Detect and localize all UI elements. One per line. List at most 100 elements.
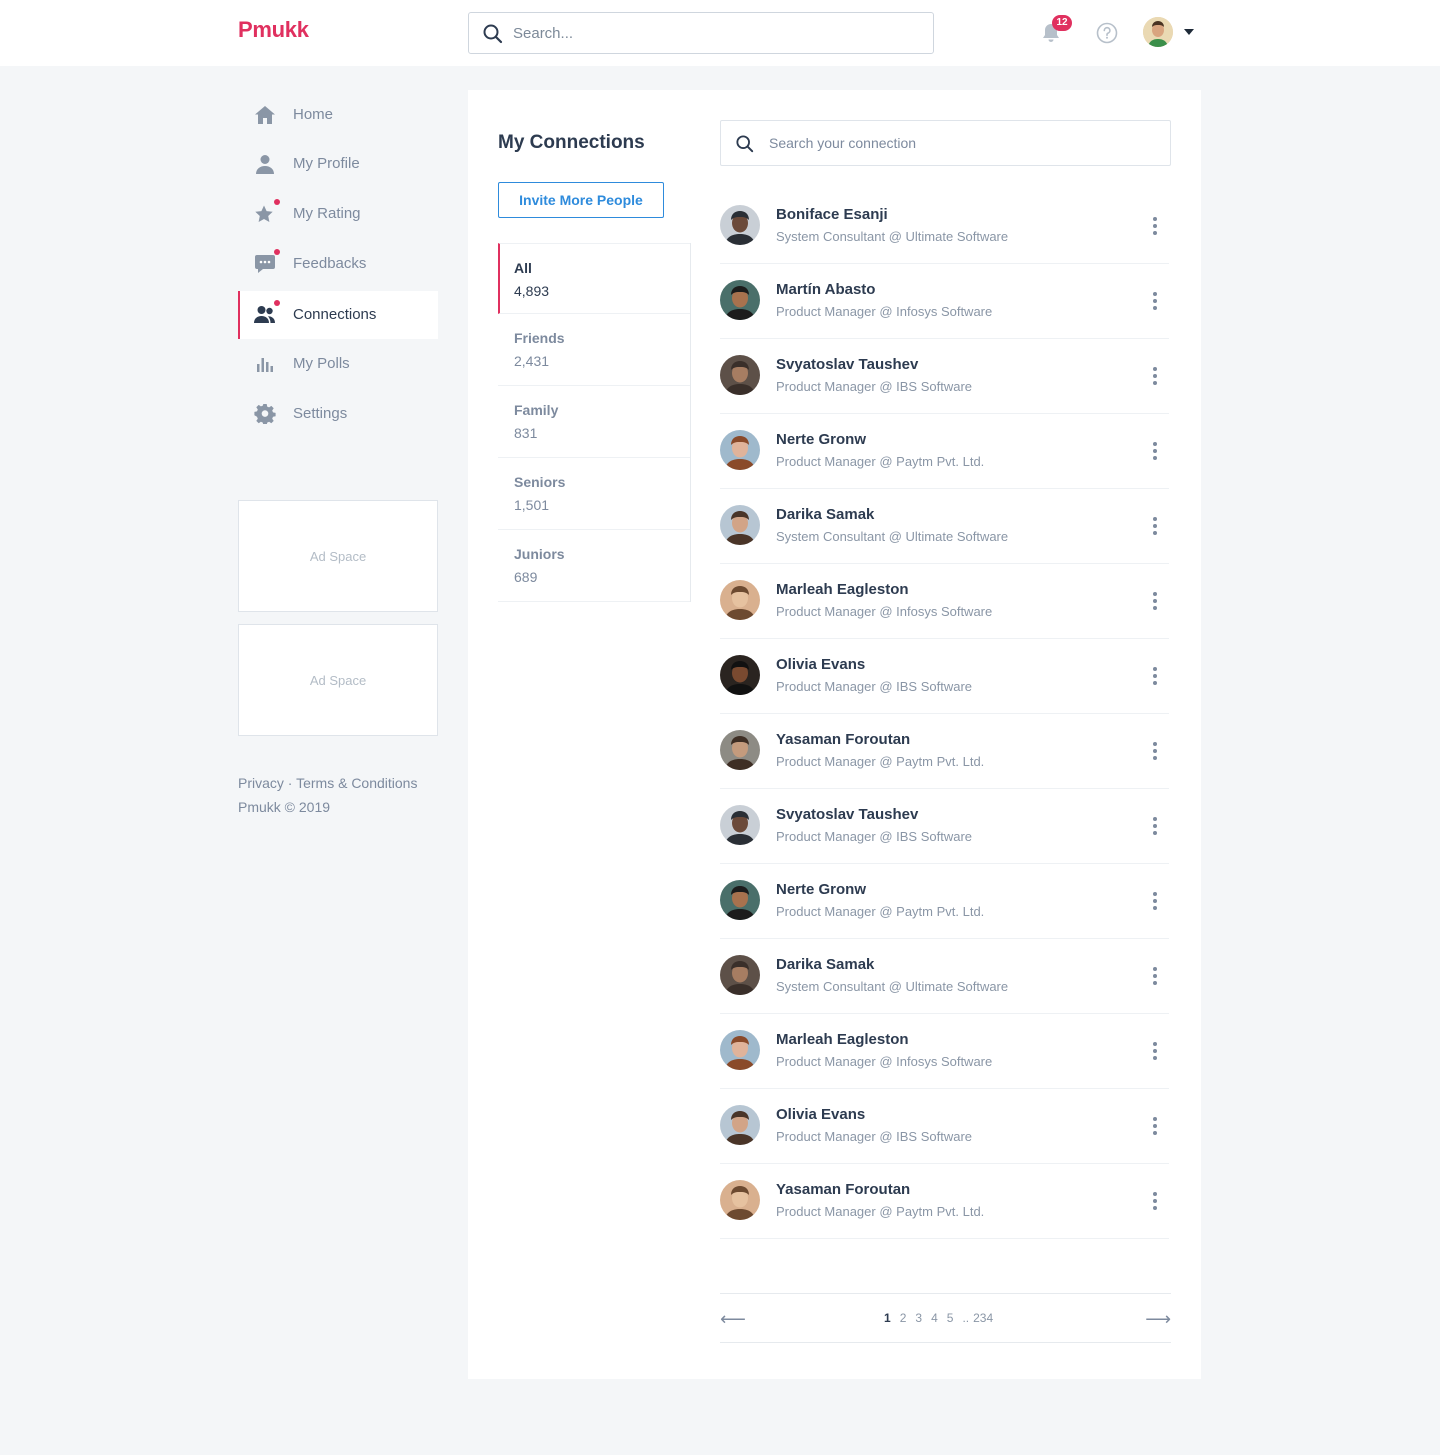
connection-name[interactable]: Marleah Eagleston: [776, 581, 909, 598]
connection-row[interactable]: Darika Samak System Consultant @ Ultimate…: [720, 939, 1169, 1014]
connection-name[interactable]: Svyatoslav Taushev: [776, 806, 918, 823]
avatar[interactable]: [720, 880, 760, 920]
more-options-icon[interactable]: [1152, 517, 1158, 535]
more-options-icon[interactable]: [1152, 817, 1158, 835]
avatar[interactable]: [720, 280, 760, 320]
group-all[interactable]: All 4,893: [498, 243, 690, 314]
connection-row[interactable]: Marleah Eagleston Product Manager @ Infos…: [720, 564, 1169, 639]
more-options-icon[interactable]: [1152, 292, 1158, 310]
connection-row[interactable]: Nerte Gronw Product Manager @ Paytm Pvt. …: [720, 864, 1169, 939]
ad-space: Ad Space: [238, 624, 438, 736]
page-link[interactable]: 1: [884, 1311, 891, 1325]
avatar[interactable]: [720, 730, 760, 770]
more-options-icon[interactable]: [1152, 1192, 1158, 1210]
connection-name[interactable]: Darika Samak: [776, 956, 874, 973]
sidebar-item-home[interactable]: Home: [238, 91, 438, 139]
avatar[interactable]: [720, 1180, 760, 1220]
connection-row[interactable]: Marleah Eagleston Product Manager @ Infos…: [720, 1014, 1169, 1089]
connection-name[interactable]: Marleah Eagleston: [776, 1031, 909, 1048]
sidebar-item-my-rating[interactable]: My Rating: [238, 190, 438, 238]
connection-row[interactable]: Boniface Esanji System Consultant @ Ultim…: [720, 189, 1169, 264]
arrow-right-icon[interactable]: ⟶: [1145, 1309, 1171, 1330]
group-name: Juniors: [514, 546, 565, 562]
connection-name[interactable]: Nerte Gronw: [776, 881, 866, 898]
page-link[interactable]: 4: [931, 1311, 938, 1325]
more-options-icon[interactable]: [1152, 892, 1158, 910]
more-options-icon[interactable]: [1152, 967, 1158, 985]
avatar[interactable]: [720, 580, 760, 620]
connection-name[interactable]: Yasaman Foroutan: [776, 731, 910, 748]
connection-row[interactable]: Svyatoslav Taushev Product Manager @ IBS …: [720, 789, 1169, 864]
user-avatar[interactable]: [1143, 17, 1173, 47]
connection-search-input[interactable]: [769, 121, 1159, 165]
help-icon[interactable]: [1096, 22, 1118, 44]
connection-row[interactable]: Yasaman Foroutan Product Manager @ Paytm …: [720, 714, 1169, 789]
more-options-icon[interactable]: [1152, 667, 1158, 685]
connection-name[interactable]: Olivia Evans: [776, 656, 865, 673]
footer-links[interactable]: Privacy · Terms & Conditions: [238, 771, 417, 795]
group-count: 831: [514, 425, 538, 441]
connection-name[interactable]: Martín Abasto: [776, 281, 875, 298]
more-options-icon[interactable]: [1152, 1042, 1158, 1060]
connection-name[interactable]: Olivia Evans: [776, 1106, 865, 1123]
sidebar-item-feedbacks[interactable]: Feedbacks: [238, 240, 438, 288]
avatar[interactable]: [720, 430, 760, 470]
unread-dot: [274, 249, 280, 255]
group-family[interactable]: Family 831: [498, 386, 690, 458]
sidebar-item-label: Home: [293, 106, 334, 123]
group-juniors[interactable]: Juniors 689: [498, 530, 690, 602]
more-options-icon[interactable]: [1152, 442, 1158, 460]
connection-row[interactable]: Darika Samak System Consultant @ Ultimate…: [720, 489, 1169, 564]
global-search[interactable]: [468, 12, 934, 54]
avatar[interactable]: [720, 1030, 760, 1070]
invite-more-people-button[interactable]: Invite More People: [498, 182, 664, 218]
page-link[interactable]: 5: [947, 1311, 954, 1325]
avatar[interactable]: [720, 655, 760, 695]
group-seniors[interactable]: Seniors 1,501: [498, 458, 690, 530]
star-icon: [255, 205, 273, 222]
avatar[interactable]: [720, 1105, 760, 1145]
connection-name[interactable]: Boniface Esanji: [776, 206, 888, 223]
connection-row[interactable]: Yasaman Foroutan Product Manager @ Paytm …: [720, 1164, 1169, 1239]
sidebar-item-my-profile[interactable]: My Profile: [238, 140, 438, 188]
connection-name[interactable]: Svyatoslav Taushev: [776, 356, 918, 373]
connection-row[interactable]: Svyatoslav Taushev Product Manager @ IBS …: [720, 339, 1169, 414]
more-options-icon[interactable]: [1152, 217, 1158, 235]
arrow-left-icon[interactable]: ⟵: [720, 1309, 746, 1330]
more-options-icon[interactable]: [1152, 592, 1158, 610]
page-link[interactable]: 3: [915, 1311, 922, 1325]
connection-role: Product Manager @ IBS Software: [776, 1129, 973, 1144]
more-options-icon[interactable]: [1152, 367, 1158, 385]
connection-row[interactable]: Martín Abasto Product Manager @ Infosys S…: [720, 264, 1169, 339]
pagination: ⟵ 1 2 3 4 5.. 234 ⟶: [720, 1293, 1171, 1343]
connection-name[interactable]: Yasaman Foroutan: [776, 1181, 910, 1198]
avatar[interactable]: [720, 505, 760, 545]
avatar[interactable]: [720, 205, 760, 245]
connection-row[interactable]: Olivia Evans Product Manager @ IBS Softwa…: [720, 639, 1169, 714]
sidebar-item-connections[interactable]: Connections: [238, 291, 438, 339]
connection-row[interactable]: Olivia Evans Product Manager @ IBS Softwa…: [720, 1089, 1169, 1164]
connection-name[interactable]: Darika Samak: [776, 506, 874, 523]
page-link[interactable]: 234: [973, 1311, 993, 1325]
page-link[interactable]: 2: [900, 1311, 907, 1325]
avatar[interactable]: [720, 955, 760, 995]
more-options-icon[interactable]: [1152, 742, 1158, 760]
more-options-icon[interactable]: [1152, 1117, 1158, 1135]
connection-row[interactable]: Nerte Gronw Product Manager @ Paytm Pvt. …: [720, 414, 1169, 489]
sidebar-item-my-polls[interactable]: My Polls: [238, 340, 438, 388]
avatar[interactable]: [720, 355, 760, 395]
avatar[interactable]: [720, 805, 760, 845]
group-name: All: [514, 260, 532, 276]
sidebar-item-settings[interactable]: Settings: [238, 390, 438, 438]
connection-search[interactable]: [720, 120, 1171, 166]
sidebar-item-label: My Rating: [293, 205, 361, 222]
search-icon: [736, 135, 754, 153]
group-friends[interactable]: Friends 2,431: [498, 314, 690, 386]
home-icon: [255, 106, 275, 124]
chevron-down-icon[interactable]: [1184, 29, 1194, 35]
connection-name[interactable]: Nerte Gronw: [776, 431, 866, 448]
group-count: 1,501: [514, 497, 550, 513]
connection-groups: All 4,893 Friends 2,431 Family 831 Senio…: [498, 243, 691, 602]
logo[interactable]: Pmukk: [238, 17, 309, 43]
search-input[interactable]: [513, 13, 923, 53]
